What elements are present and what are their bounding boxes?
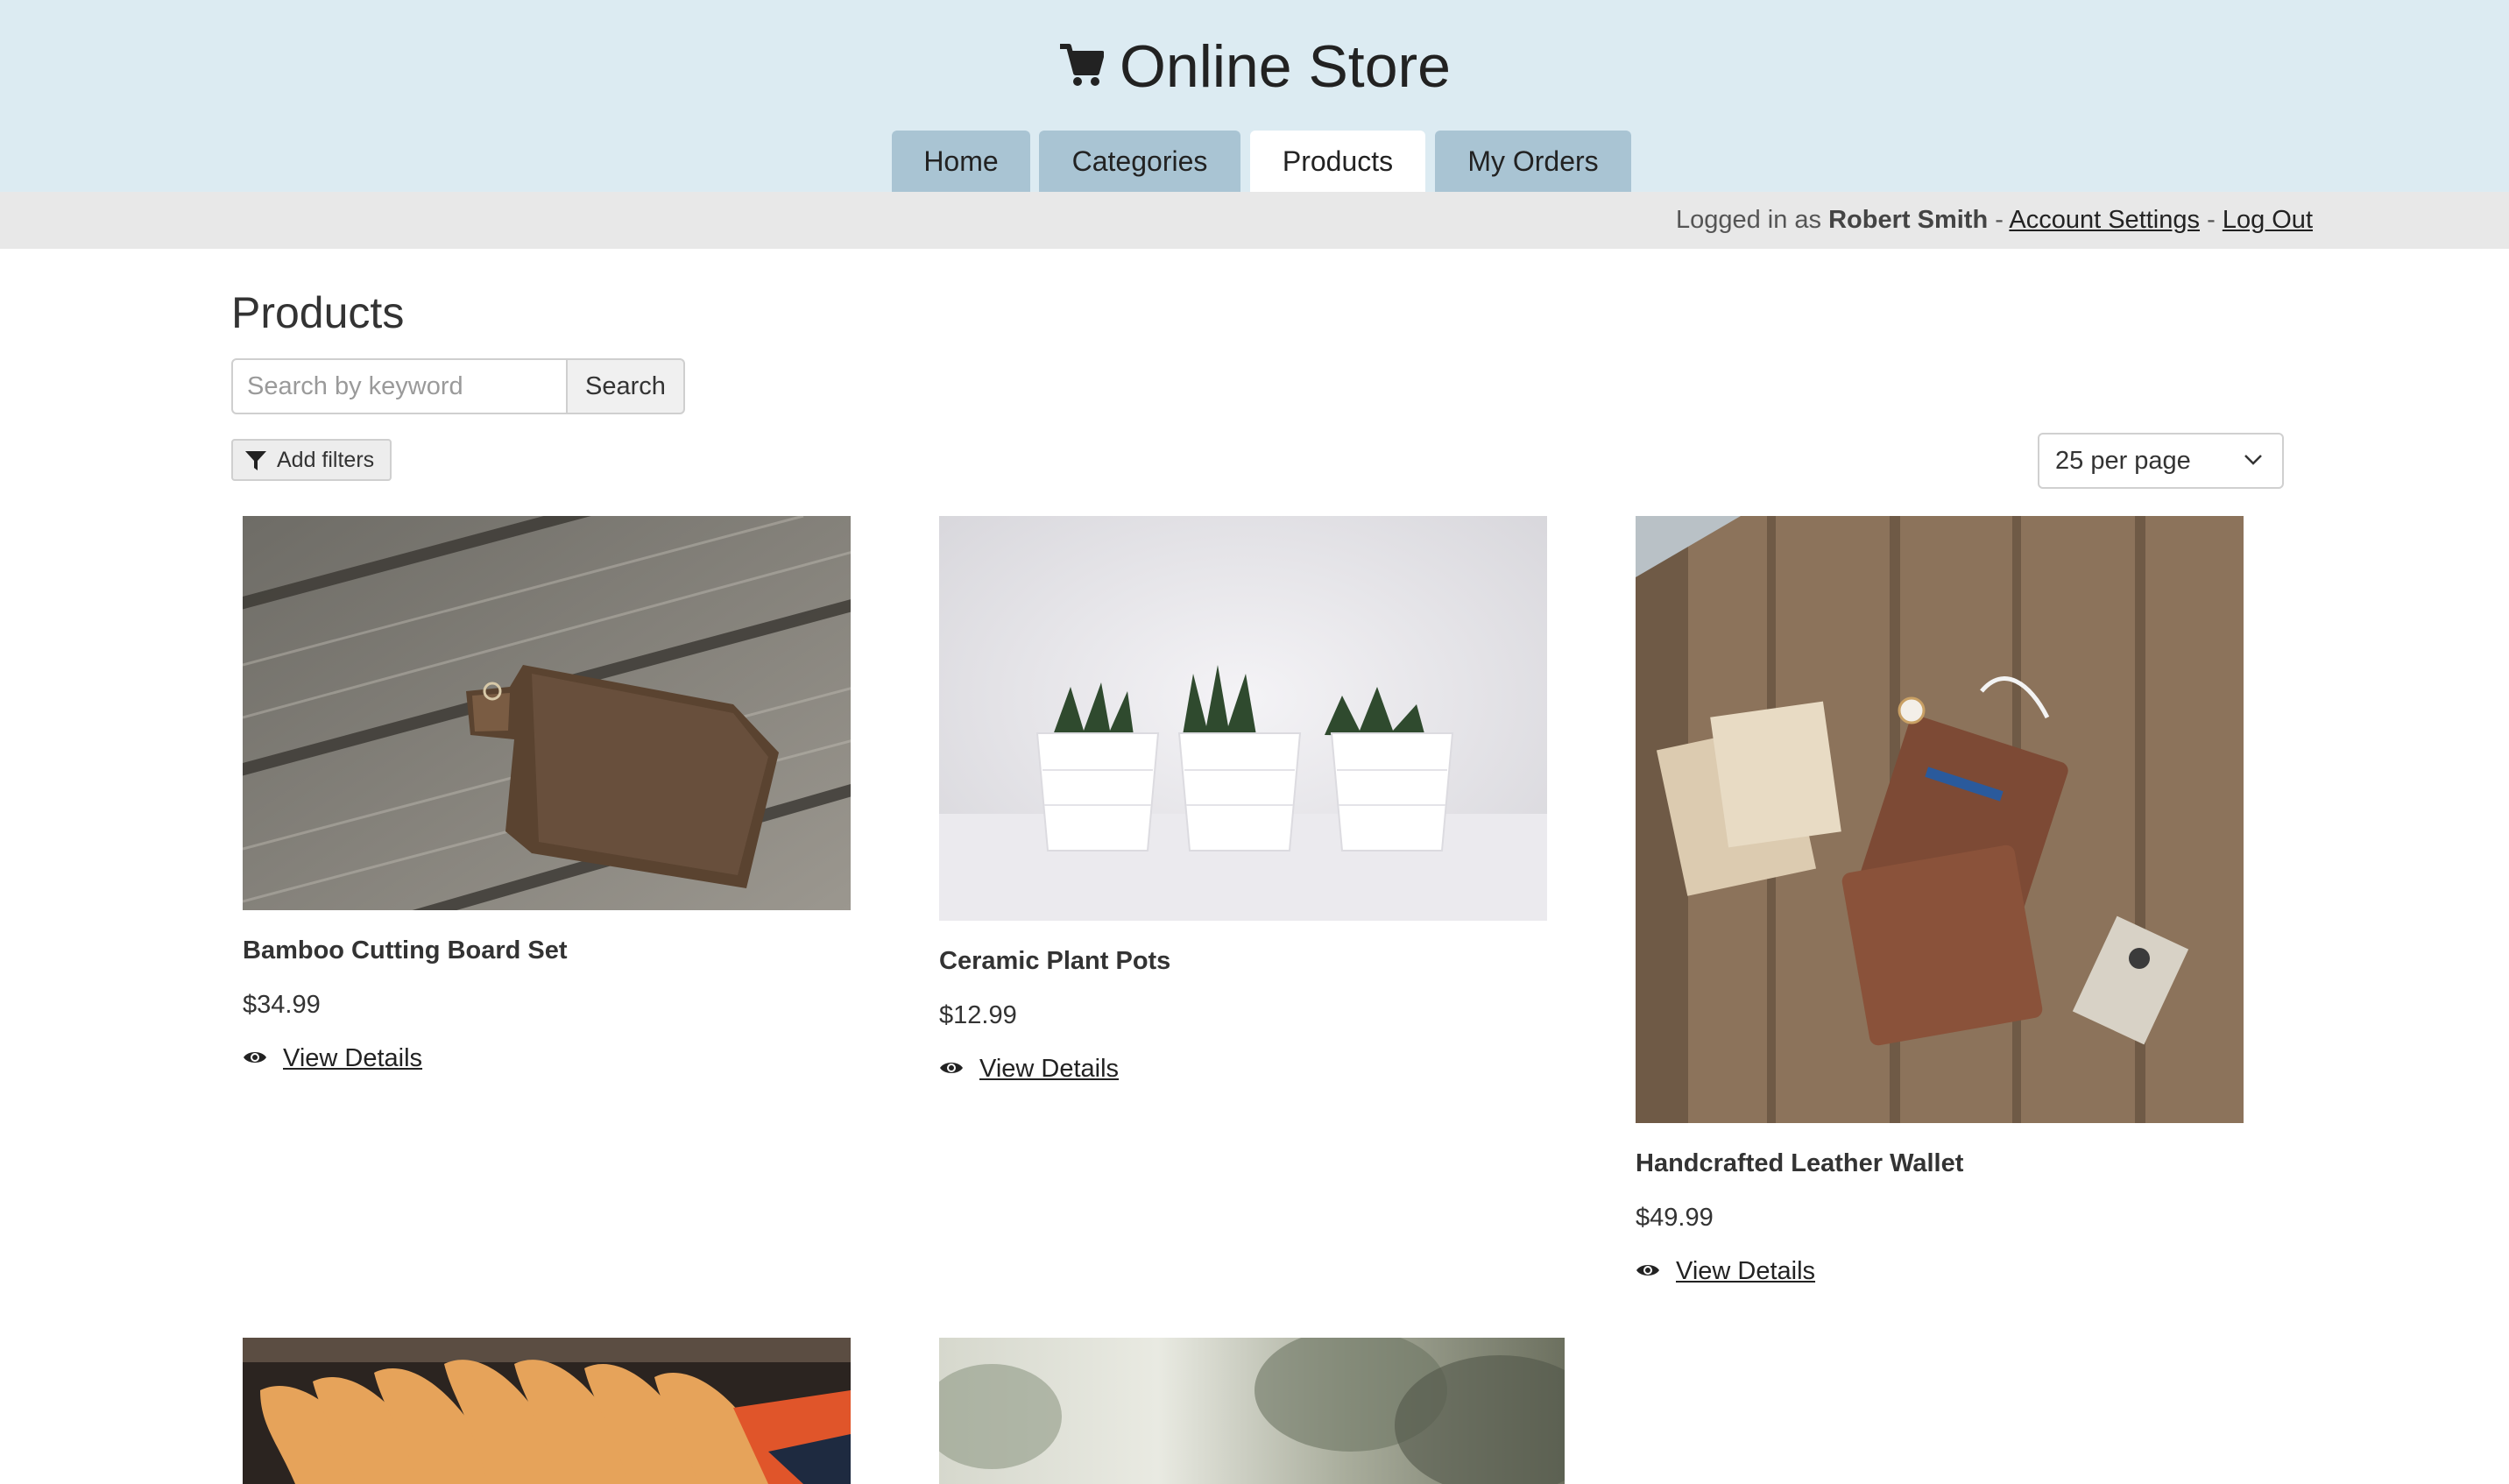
product-price: $34.99 bbox=[243, 991, 321, 1019]
blurred-outdoor-image bbox=[939, 1338, 1565, 1484]
account-settings-link[interactable]: Account Settings bbox=[2009, 206, 2200, 234]
eye-icon bbox=[1636, 1265, 1659, 1276]
view-details-link[interactable]: View Details bbox=[1636, 1257, 1815, 1286]
product-card: Ceramic Plant Pots $12.99 View Details bbox=[939, 516, 1547, 1094]
tab-products[interactable]: Products bbox=[1250, 131, 1425, 192]
per-page-select[interactable]: 25 per page bbox=[2038, 433, 2284, 489]
main-nav: Home Categories Products My Orders bbox=[0, 131, 2509, 192]
user-info: Logged in as Robert Smith - Account Sett… bbox=[1676, 204, 2313, 236]
filter-icon bbox=[245, 451, 266, 470]
user-name: Robert Smith bbox=[1828, 206, 1989, 234]
product-card: Handcrafted Leather Wallet $49.99 View D… bbox=[1636, 516, 2244, 1296]
site-header: Online Store Home Categories Products My… bbox=[0, 0, 2509, 192]
tab-home[interactable]: Home bbox=[892, 131, 1030, 192]
product-card bbox=[939, 1338, 1565, 1484]
add-filters-button[interactable]: Add filters bbox=[231, 439, 392, 481]
eye-icon bbox=[244, 1052, 266, 1063]
product-image[interactable] bbox=[243, 516, 851, 910]
search-input[interactable] bbox=[231, 358, 568, 414]
view-details-text[interactable]: View Details bbox=[979, 1055, 1119, 1083]
product-name: Ceramic Plant Pots bbox=[939, 947, 1171, 975]
tab-categories[interactable]: Categories bbox=[1039, 131, 1240, 192]
clothes-hangers-image bbox=[243, 1338, 851, 1484]
search-button[interactable]: Search bbox=[566, 358, 685, 414]
product-image[interactable] bbox=[243, 1338, 851, 1484]
view-details-link[interactable]: View Details bbox=[939, 1055, 1119, 1084]
product-name: Handcrafted Leather Wallet bbox=[1636, 1149, 1964, 1177]
shopping-cart-icon bbox=[1060, 44, 1104, 86]
log-out-link[interactable]: Log Out bbox=[2223, 206, 2313, 234]
page-title: Products bbox=[231, 288, 405, 337]
site-title-text: Online Store bbox=[1120, 33, 1451, 100]
separator: - bbox=[1995, 206, 2004, 234]
separator: - bbox=[2207, 206, 2216, 234]
plant-pots-image bbox=[939, 516, 1547, 921]
product-image[interactable] bbox=[1636, 516, 2244, 1123]
view-details-link[interactable]: View Details bbox=[243, 1044, 422, 1073]
eye-icon bbox=[940, 1063, 963, 1073]
cutting-board-image bbox=[243, 516, 851, 910]
chevron-down-icon bbox=[2244, 455, 2262, 465]
product-image[interactable] bbox=[939, 516, 1547, 921]
logged-in-prefix: Logged in as bbox=[1675, 206, 1822, 234]
product-name: Bamboo Cutting Board Set bbox=[243, 936, 568, 965]
product-price: $49.99 bbox=[1636, 1204, 1714, 1232]
add-filters-label: Add filters bbox=[277, 448, 375, 472]
product-card: Bamboo Cutting Board Set $34.99 View Det… bbox=[243, 516, 851, 1085]
per-page-value: 25 per page bbox=[2055, 447, 2191, 475]
site-title: Online Store bbox=[0, 32, 2509, 102]
user-bar: Logged in as Robert Smith - Account Sett… bbox=[0, 192, 2509, 249]
view-details-text[interactable]: View Details bbox=[283, 1044, 422, 1072]
product-price: $12.99 bbox=[939, 1001, 1017, 1029]
view-details-text[interactable]: View Details bbox=[1676, 1257, 1815, 1285]
product-image[interactable] bbox=[939, 1338, 1565, 1484]
tab-my-orders[interactable]: My Orders bbox=[1435, 131, 1631, 192]
product-card bbox=[243, 1338, 851, 1484]
leather-wallet-image bbox=[1636, 516, 2244, 1123]
